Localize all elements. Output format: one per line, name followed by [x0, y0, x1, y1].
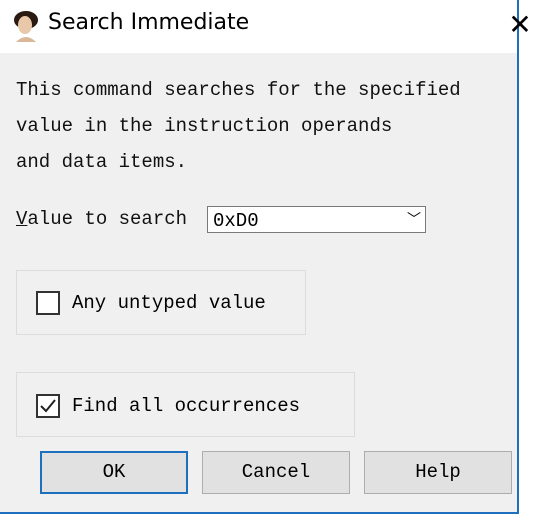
value-label: Value to search: [16, 208, 188, 230]
portrait-icon: [14, 11, 38, 42]
description: This command searches for the specified v…: [16, 72, 461, 180]
dialog-title: Search Immediate: [48, 10, 250, 35]
any-untyped-label[interactable]: Any untyped value: [72, 292, 266, 314]
description-line: value in the instruction operands: [16, 115, 393, 137]
find-all-label[interactable]: Find all occurrences: [72, 395, 300, 417]
ok-button[interactable]: OK: [40, 451, 188, 494]
title-bar: Search Immediate ✕: [0, 0, 532, 53]
description-line: This command searches for the specified: [16, 79, 461, 101]
search-immediate-dialog: Search Immediate ✕ This command searches…: [0, 0, 532, 514]
value-combobox[interactable]: 0xD0 ﹀: [207, 206, 426, 233]
any-untyped-group: Any untyped value: [16, 270, 306, 335]
find-all-group: Find all occurrences: [16, 372, 355, 437]
close-button[interactable]: ✕: [505, 8, 535, 42]
checkmark-icon: [40, 399, 56, 413]
find-all-checkbox[interactable]: [36, 394, 60, 418]
description-line: and data items.: [16, 151, 188, 173]
help-button[interactable]: Help: [364, 451, 512, 494]
cancel-button[interactable]: Cancel: [202, 451, 350, 494]
chevron-down-icon[interactable]: ﹀: [407, 209, 421, 229]
any-untyped-checkbox[interactable]: [36, 291, 60, 315]
value-input[interactable]: 0xD0: [213, 210, 259, 232]
